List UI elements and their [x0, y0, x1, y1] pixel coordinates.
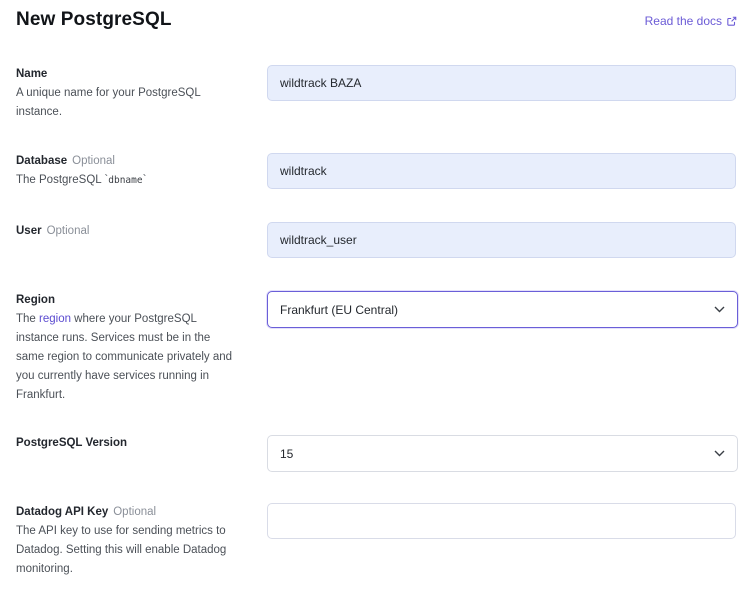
page-title: New PostgreSQL	[16, 9, 172, 30]
database-input[interactable]: wildtrack	[267, 153, 736, 189]
region-desc-prefix: The	[16, 313, 40, 325]
external-link-icon	[727, 16, 737, 26]
database-field-info: Database Optional The PostgreSQL `dbname`	[16, 152, 246, 190]
chevron-down-icon	[714, 450, 725, 457]
datadog-description: The API key to use for sending metrics t…	[16, 525, 227, 575]
version-label: PostgreSQL Version	[16, 437, 127, 449]
name-label: Name	[16, 68, 48, 80]
region-link[interactable]: region	[39, 313, 71, 325]
version-select-value: 15	[280, 446, 294, 461]
chevron-down-icon	[714, 306, 725, 313]
read-docs-label: Read the docs	[644, 14, 722, 28]
user-field-info: User Optional	[16, 222, 246, 241]
database-input-value: wildtrack	[280, 164, 327, 178]
name-field-info: Name A unique name for your PostgreSQL i…	[16, 65, 246, 122]
database-optional-tag: Optional	[72, 155, 115, 167]
region-label: Region	[16, 294, 55, 306]
user-label: User	[16, 225, 42, 237]
datadog-label: Datadog API Key	[16, 506, 109, 518]
database-description: The PostgreSQL `dbname`	[16, 171, 246, 190]
read-docs-link[interactable]: Read the docs	[645, 14, 737, 28]
region-select[interactable]: Frankfurt (EU Central)	[267, 291, 738, 328]
database-description-suffix: `	[142, 174, 147, 186]
datadog-optional-tag: Optional	[113, 506, 157, 518]
region-field-info: Region The region where your PostgreSQL …	[16, 291, 241, 405]
datadog-field-info: Datadog API Key Optional The API key to u…	[16, 503, 241, 579]
datadog-api-key-input[interactable]	[267, 503, 736, 539]
current-region-text: Frankfurt	[16, 389, 63, 401]
new-postgresql-page: New PostgreSQL Read the docs Name A uniq…	[0, 0, 752, 589]
database-label: Database	[16, 155, 68, 167]
name-input-value: wildtrack BAZA	[280, 76, 362, 90]
user-input[interactable]: wildtrack_user	[267, 222, 736, 258]
region-description: The region where your PostgreSQL instanc…	[16, 310, 241, 405]
database-description-text: The PostgreSQL `	[16, 174, 109, 186]
user-optional-tag: Optional	[46, 225, 90, 237]
version-select[interactable]: 15	[267, 435, 738, 472]
dbname-code: dbname	[108, 175, 143, 186]
user-input-value: wildtrack_user	[280, 233, 357, 247]
version-field-info: PostgreSQL Version	[16, 434, 246, 453]
name-description: A unique name for your PostgreSQL instan…	[16, 87, 201, 118]
region-select-value: Frankfurt (EU Central)	[280, 302, 399, 317]
name-input[interactable]: wildtrack BAZA	[267, 65, 736, 101]
region-desc-end: .	[62, 389, 66, 401]
